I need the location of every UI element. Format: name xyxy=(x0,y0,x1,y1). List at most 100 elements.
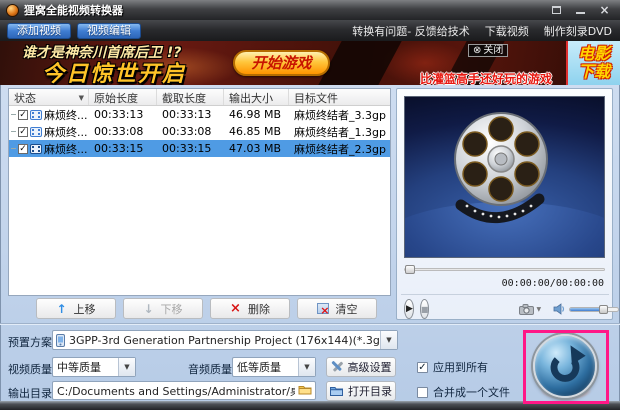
delete-x-icon: × xyxy=(230,301,241,316)
folder-yellow-icon[interactable] xyxy=(298,384,312,395)
phone-icon xyxy=(56,333,65,347)
preset-label: 预置方案: xyxy=(8,336,56,349)
audio-quality-dropdown-icon[interactable]: ▼ xyxy=(298,358,315,376)
up-arrow-icon: ↑ xyxy=(56,301,67,316)
delete-button[interactable]: × 删除 xyxy=(210,298,290,319)
merge-label: 合并成一个文件 xyxy=(433,386,510,399)
row-checkbox[interactable]: ✓ xyxy=(18,143,28,154)
seek-track xyxy=(404,268,605,271)
divider xyxy=(0,323,620,324)
banner-close-label: 关闭 xyxy=(483,45,504,56)
download-video-link[interactable]: 下载视频 xyxy=(485,23,529,39)
volume-slider[interactable] xyxy=(569,304,620,314)
column-status[interactable]: 状态 ▼ xyxy=(9,89,89,105)
banner-tagline: 比灌篮高手还好玩的游戏 xyxy=(420,72,553,85)
banner-close-icon: ⊗ xyxy=(473,45,482,56)
titlebar: 狸窝全能视频转换器 × xyxy=(0,0,620,20)
film-icon xyxy=(30,143,42,154)
speaker-icon[interactable] xyxy=(553,303,566,315)
start-game-button[interactable]: 开始游戏 xyxy=(233,50,330,76)
sort-arrow-icon[interactable]: ▼ xyxy=(79,94,84,102)
advanced-settings-button[interactable]: 高级设置 xyxy=(326,357,396,377)
table-row[interactable]: ✓ 麻烦终... 00:33:13 00:33:13 46.98 MB 麻烦终结… xyxy=(9,106,390,123)
clear-button[interactable]: × 清空 xyxy=(297,298,377,319)
stop-button[interactable]: ■ xyxy=(419,299,430,319)
skin-icon xyxy=(552,6,561,14)
edit-video-button[interactable]: 视频编辑 xyxy=(77,22,141,39)
column-original-length[interactable]: 原始长度 xyxy=(89,89,157,105)
snapshot-button[interactable]: ▼ xyxy=(519,303,542,315)
tools-icon xyxy=(331,361,343,372)
output-dir-label: 输出目录: xyxy=(8,387,56,400)
down-arrow-icon: ↓ xyxy=(143,301,154,316)
skin-button[interactable] xyxy=(548,3,565,17)
video-quality-select[interactable]: 中等质量 ▼ xyxy=(52,357,136,377)
movie-download-ad[interactable]: 电影下载 xyxy=(566,41,620,85)
tree-line xyxy=(11,131,16,132)
feedback-link[interactable]: 转换有问题- 反馈给技术 xyxy=(352,23,469,39)
row-capture: 00:33:13 xyxy=(162,108,212,121)
ad-banner[interactable]: 谁才是神奈川首席后卫 !? 今日惊世开启 开始游戏 ⊗ 关闭 比灌篮高手还好玩的… xyxy=(0,41,620,85)
checkbox-checked[interactable]: ✓ xyxy=(417,361,428,373)
close-button[interactable]: × xyxy=(596,3,613,17)
preview-panel: 00:00:00/00:00:00 ▶ ■ ▼ xyxy=(396,88,620,320)
move-down-button[interactable]: ↓ 下移 xyxy=(123,298,203,319)
burn-dvd-link[interactable]: 制作刻录DVD xyxy=(544,23,612,39)
volume-control xyxy=(553,303,620,315)
video-quality-dropdown-icon[interactable]: ▼ xyxy=(118,358,135,376)
seek-thumb[interactable] xyxy=(405,265,415,274)
file-list-table: 状态 ▼ 原始长度 截取长度 输出大小 目标文件 ✓ 麻烦终... 00:33:… xyxy=(8,88,391,296)
list-actions: ↑ 上移 ↓ 下移 × 删除 × 清空 xyxy=(36,298,377,319)
row-target: 麻烦终结者_2.3gp xyxy=(294,142,386,156)
tree-line xyxy=(11,148,16,149)
row-target: 麻烦终结者_1.3gp xyxy=(294,125,386,139)
window-title: 狸窝全能视频转换器 xyxy=(24,4,123,17)
banner-headline2: 今日惊世开启 xyxy=(42,62,187,85)
open-dir-button[interactable]: 打开目录 xyxy=(326,381,396,401)
row-size: 47.03 MB xyxy=(229,142,282,155)
seek-slider[interactable] xyxy=(404,265,605,274)
row-original: 00:33:08 xyxy=(94,125,144,138)
preset-select[interactable]: 3GPP-3rd Generation Partnership Project … xyxy=(52,330,398,350)
toolbar: 添加视频 视频编辑 转换有问题- 反馈给技术 下载视频 制作刻录DVD xyxy=(0,20,620,41)
camera-dropdown-icon: ▼ xyxy=(536,305,542,313)
volume-thumb[interactable] xyxy=(599,304,609,314)
app-logo-icon xyxy=(6,3,19,17)
play-button[interactable]: ▶ xyxy=(404,299,414,319)
preset-value: 3GPP-3rd Generation Partnership Project … xyxy=(69,333,380,347)
film-reel-graphic xyxy=(443,107,568,251)
folder-blue-icon xyxy=(330,387,343,396)
row-name: 麻烦终... xyxy=(44,108,88,122)
window-bottom-edge xyxy=(0,401,620,410)
column-output-size[interactable]: 输出大小 xyxy=(224,89,289,105)
column-target-file[interactable]: 目标文件 xyxy=(289,89,390,105)
row-name: 麻烦终... xyxy=(44,142,88,156)
merge-checkbox[interactable]: 合并成一个文件 xyxy=(417,384,510,400)
video-quality-label: 视频质量: xyxy=(8,363,56,376)
column-capture-length[interactable]: 截取长度 xyxy=(157,89,224,105)
table-header: 状态 ▼ 原始长度 截取长度 输出大小 目标文件 xyxy=(9,89,390,106)
row-original: 00:33:15 xyxy=(94,142,144,155)
clear-icon: × xyxy=(316,303,330,316)
time-display: 00:00:00/00:00:00 xyxy=(501,278,604,289)
film-icon xyxy=(30,126,42,137)
move-up-button[interactable]: ↑ 上移 xyxy=(36,298,116,319)
row-capture: 00:33:08 xyxy=(162,125,212,138)
add-video-button[interactable]: 添加视频 xyxy=(7,22,71,39)
tree-line xyxy=(11,114,16,115)
row-checkbox[interactable]: ✓ xyxy=(18,126,28,137)
row-capture: 00:33:15 xyxy=(162,142,212,155)
preset-dropdown-icon[interactable]: ▼ xyxy=(380,331,397,349)
audio-quality-select[interactable]: 低等质量 ▼ xyxy=(232,357,316,377)
minimize-button[interactable] xyxy=(572,3,589,17)
checkbox-unchecked[interactable] xyxy=(417,386,428,398)
output-dir-input[interactable] xyxy=(52,381,316,400)
table-row[interactable]: ✓ 麻烦终... 00:33:08 00:33:08 46.85 MB 麻烦终结… xyxy=(9,123,390,140)
convert-button[interactable] xyxy=(533,334,597,398)
row-name: 麻烦终... xyxy=(44,125,88,139)
table-row-selected[interactable]: ✓ 麻烦终... 00:33:15 00:33:15 47.03 MB 麻烦终结… xyxy=(9,140,390,157)
banner-close-button[interactable]: ⊗ 关闭 xyxy=(468,44,509,57)
row-checkbox[interactable]: ✓ xyxy=(18,109,28,120)
convert-arrow-icon xyxy=(550,345,586,382)
apply-all-checkbox[interactable]: ✓ 应用到所有 xyxy=(417,359,488,375)
